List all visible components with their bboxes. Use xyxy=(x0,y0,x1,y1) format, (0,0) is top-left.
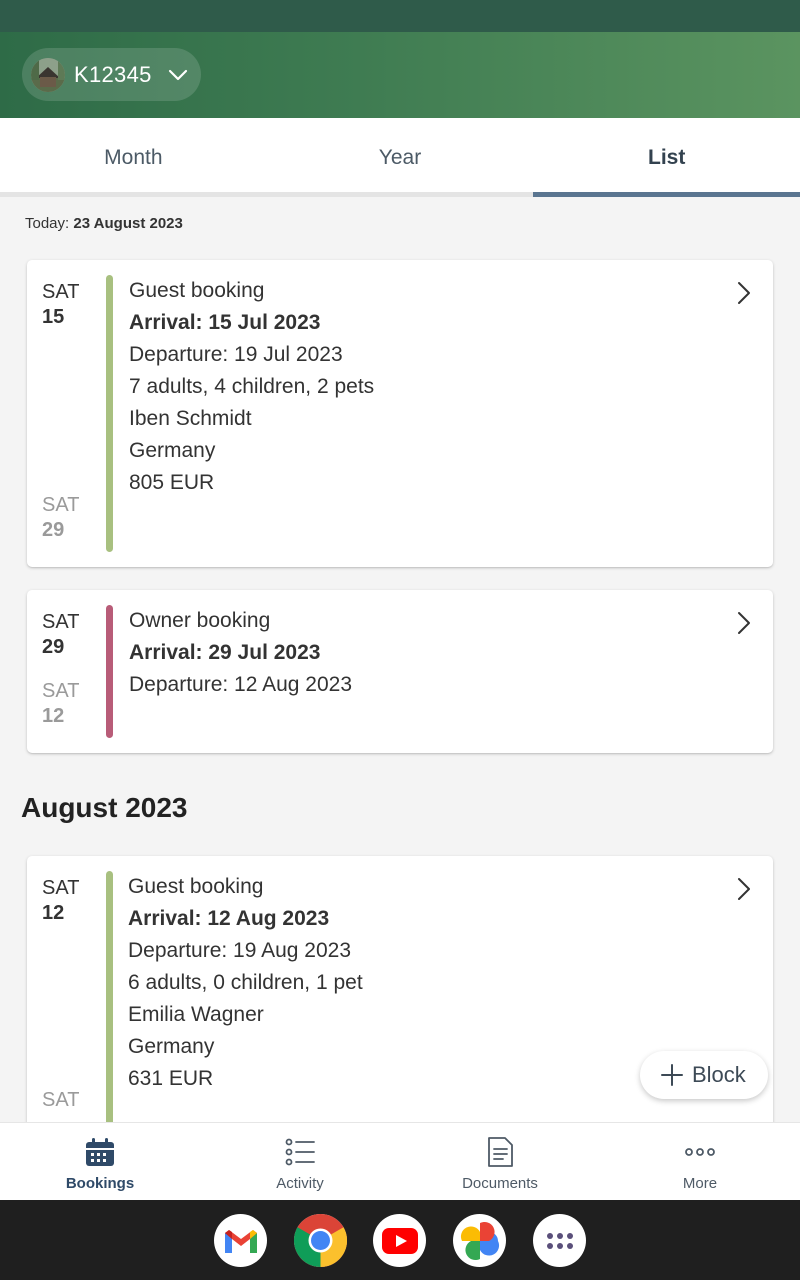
chrome-icon[interactable] xyxy=(294,1214,347,1267)
list-icon xyxy=(285,1138,315,1166)
app-header: K12345 xyxy=(0,32,800,118)
property-selector[interactable]: K12345 xyxy=(22,48,201,101)
tab-month-label: Month xyxy=(104,145,163,169)
end-weekday: SAT xyxy=(42,1089,80,1111)
more-icon xyxy=(685,1148,715,1156)
tab-year[interactable]: Year xyxy=(266,118,534,197)
bottom-navigation: Bookings Activity Documents More xyxy=(0,1122,800,1200)
tab-month[interactable]: Month xyxy=(0,118,267,197)
photos-icon[interactable] xyxy=(453,1214,506,1267)
gmail-icon[interactable] xyxy=(214,1214,267,1267)
end-weekday: SAT xyxy=(42,680,80,702)
booking-type: Guest booking xyxy=(129,279,265,302)
property-avatar xyxy=(31,57,65,92)
booking-details: Owner booking Arrival: 29 Jul 2023 Depar… xyxy=(129,605,352,701)
booking-arrival: Arrival: 29 Jul 2023 xyxy=(129,641,321,664)
booking-guest-name: Iben Schmidt xyxy=(129,407,252,430)
nav-documents-label: Documents xyxy=(462,1175,538,1192)
booking-country: Germany xyxy=(128,1035,215,1058)
property-id: K12345 xyxy=(74,61,152,87)
chevron-right-icon xyxy=(738,612,750,634)
nav-documents[interactable]: Documents xyxy=(400,1123,600,1200)
booking-start-date: SAT 12 xyxy=(42,876,102,926)
owner-booking-bar xyxy=(106,605,113,738)
booking-departure: Departure: 12 Aug 2023 xyxy=(129,673,353,696)
add-block-button[interactable]: Block xyxy=(640,1051,768,1099)
booking-end-date: SAT 29 xyxy=(42,493,102,543)
android-dock xyxy=(0,1200,800,1280)
booking-guests: 7 adults, 4 children, 2 pets xyxy=(129,375,375,398)
today-label: Today: xyxy=(25,215,70,232)
app-drawer-icon[interactable] xyxy=(533,1214,586,1267)
booking-details: Guest booking Arrival: 12 Aug 2023 Depar… xyxy=(128,871,363,1095)
booking-arrival: Arrival: 12 Aug 2023 xyxy=(128,907,330,930)
end-day-number: 29 xyxy=(42,519,65,541)
document-icon xyxy=(488,1137,513,1167)
booking-start-date: SAT 15 xyxy=(42,280,102,330)
tab-list-label: List xyxy=(648,145,686,169)
start-weekday: SAT xyxy=(42,877,80,899)
booking-end-date: SAT 12 xyxy=(42,679,102,729)
guest-booking-bar xyxy=(106,871,113,1122)
booking-guest-name: Emilia Wagner xyxy=(128,1003,264,1026)
tab-year-label: Year xyxy=(378,145,422,169)
booking-card[interactable]: SAT 29 SAT 12 Owner booking Arrival: 29 … xyxy=(27,590,773,753)
nav-bookings[interactable]: Bookings xyxy=(0,1123,200,1200)
plus-icon xyxy=(661,1064,683,1086)
nav-more-label: More xyxy=(682,1175,718,1192)
nav-activity[interactable]: Activity xyxy=(200,1123,400,1200)
booking-departure: Departure: 19 Aug 2023 xyxy=(128,939,352,962)
booking-details: Guest booking Arrival: 15 Jul 2023 Depar… xyxy=(129,275,374,499)
today-date: Today: 23 August 2023 xyxy=(25,215,183,232)
booking-arrival: Arrival: 15 Jul 2023 xyxy=(129,311,321,334)
booking-card[interactable]: SAT 15 SAT 29 Guest booking Arrival: 15 … xyxy=(27,260,773,567)
guest-booking-bar xyxy=(106,275,113,552)
chevron-right-icon xyxy=(738,878,750,900)
today-value: 23 August 2023 xyxy=(73,215,183,232)
end-day-number: 12 xyxy=(42,705,65,727)
start-weekday: SAT xyxy=(42,611,80,633)
booking-country: Germany xyxy=(129,439,216,462)
booking-start-date: SAT 29 xyxy=(42,610,102,660)
booking-price: 631 EUR xyxy=(128,1067,214,1090)
booking-guests: 6 adults, 0 children, 1 pet xyxy=(128,971,363,994)
start-weekday: SAT xyxy=(42,281,80,303)
booking-type: Guest booking xyxy=(128,875,264,898)
start-day-number: 12 xyxy=(42,902,65,924)
add-block-label: Block xyxy=(692,1062,746,1087)
start-day-number: 15 xyxy=(42,306,65,328)
booking-end-date: SAT xyxy=(42,1088,102,1112)
view-tabs: Month Year List xyxy=(0,118,800,197)
month-section-title: August 2023 xyxy=(21,792,188,823)
start-day-number: 29 xyxy=(42,636,65,658)
tab-list[interactable]: List xyxy=(533,118,800,197)
chevron-down-icon xyxy=(168,69,188,80)
booking-type: Owner booking xyxy=(129,609,271,632)
booking-list[interactable]: Today: 23 August 2023 SAT 15 SAT 29 Gues… xyxy=(0,197,800,1122)
booking-departure: Departure: 19 Jul 2023 xyxy=(129,343,343,366)
youtube-icon[interactable] xyxy=(373,1214,426,1267)
calendar-icon xyxy=(86,1138,114,1166)
nav-activity-label: Activity xyxy=(276,1175,324,1192)
nav-more[interactable]: More xyxy=(600,1123,800,1200)
chevron-right-icon xyxy=(738,282,750,304)
end-weekday: SAT xyxy=(42,494,80,516)
booking-price: 805 EUR xyxy=(129,471,215,494)
status-bar xyxy=(0,0,800,32)
nav-bookings-label: Bookings xyxy=(65,1175,135,1192)
